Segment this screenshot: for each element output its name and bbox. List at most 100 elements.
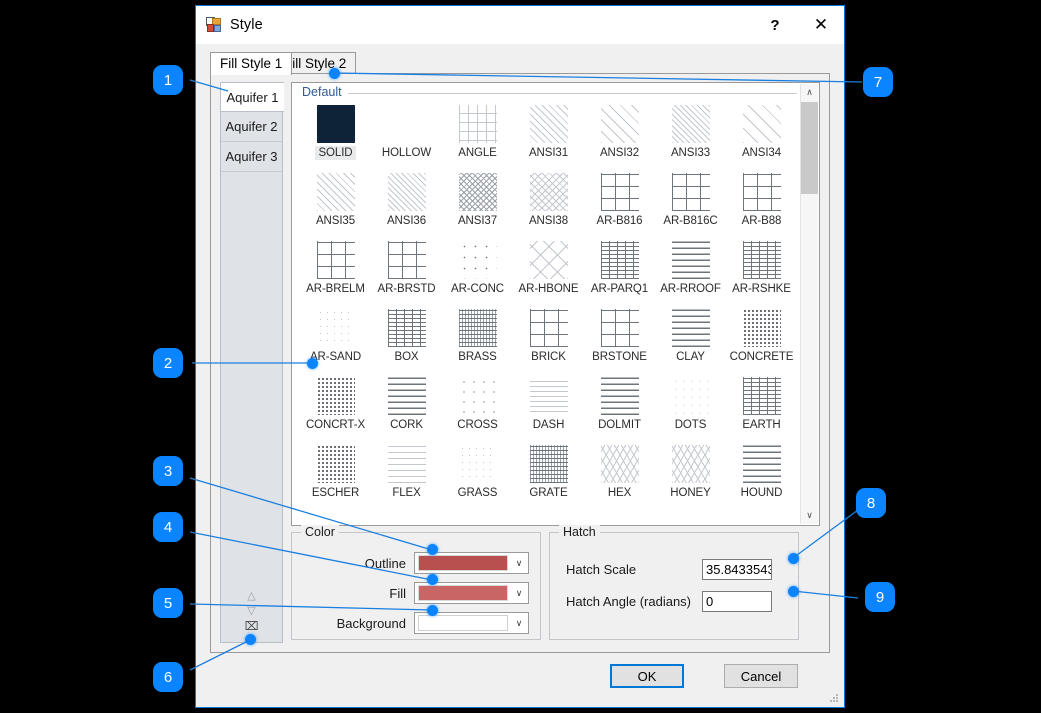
pattern-cell[interactable]: BOX: [371, 305, 442, 373]
pattern-label: ANSI36: [384, 214, 429, 228]
pattern-cell[interactable]: AR-RSHKE: [726, 237, 797, 305]
pattern-cell[interactable]: HOUND: [726, 441, 797, 509]
pattern-label: BRASS: [455, 350, 500, 364]
pattern-cell[interactable]: CONCRETE: [726, 305, 797, 373]
pattern-cell[interactable]: ANSI38: [513, 169, 584, 237]
outline-color-combobox[interactable]: ∨: [414, 552, 529, 574]
pattern-swatch: [601, 377, 639, 415]
pattern-cell[interactable]: DOTS: [655, 373, 726, 441]
pattern-cell[interactable]: AR-BRELM: [300, 237, 371, 305]
pattern-scrollbar[interactable]: ∧ ∨: [800, 84, 818, 524]
pattern-label: DOLMIT: [595, 418, 644, 432]
pattern-cell[interactable]: FLEX: [371, 441, 442, 509]
resize-grip[interactable]: [829, 693, 839, 703]
hatch-scale-input[interactable]: 35.8433543: [702, 559, 772, 580]
pattern-cell[interactable]: ANSI31: [513, 101, 584, 169]
pattern-cell[interactable]: AR-B88: [726, 169, 797, 237]
pattern-cell[interactable]: HOLLOW: [371, 101, 442, 169]
pattern-cell[interactable]: DASH: [513, 373, 584, 441]
pattern-label: GRASS: [455, 486, 501, 500]
pattern-cell[interactable]: AR-B816: [584, 169, 655, 237]
pattern-cell[interactable]: ANSI33: [655, 101, 726, 169]
pattern-cell[interactable]: GRASS: [442, 441, 513, 509]
pattern-cell[interactable]: CLAY: [655, 305, 726, 373]
pattern-label: SOLID: [315, 146, 355, 160]
pattern-cell[interactable]: AR-BRSTD: [371, 237, 442, 305]
pattern-swatch: [672, 445, 710, 483]
pattern-swatch: [601, 445, 639, 483]
pattern-cell[interactable]: DOLMIT: [584, 373, 655, 441]
dialog-footer: OK Cancel: [196, 653, 844, 707]
pattern-swatch: [388, 173, 426, 211]
help-button[interactable]: ?: [752, 6, 798, 44]
pattern-label: DOTS: [672, 418, 710, 432]
pattern-cell[interactable]: AR-HBONE: [513, 237, 584, 305]
pattern-cell[interactable]: CORK: [371, 373, 442, 441]
background-label: Background: [292, 616, 414, 631]
pattern-cell[interactable]: BRASS: [442, 305, 513, 373]
aquifer-tab-3[interactable]: Aquifer 3: [221, 142, 282, 172]
aquifer-tab-1[interactable]: Aquifer 1: [220, 82, 284, 112]
callout-badge-6: 6: [153, 662, 183, 692]
pattern-cell[interactable]: EARTH: [726, 373, 797, 441]
pattern-cell[interactable]: AR-CONC: [442, 237, 513, 305]
hatch-angle-label: Hatch Angle (radians): [550, 594, 702, 609]
pattern-swatch: [672, 241, 710, 279]
move-up-icon[interactable]: △: [221, 591, 282, 601]
pattern-swatch: [317, 173, 355, 211]
callout-badge-9: 9: [865, 582, 895, 612]
hatch-angle-row: Hatch Angle (radians) 0: [550, 589, 798, 613]
pattern-cell[interactable]: CONCRT-X: [300, 373, 371, 441]
chevron-down-icon[interactable]: ∨: [510, 558, 528, 569]
pattern-swatch: [388, 377, 426, 415]
close-button[interactable]: ✕: [798, 6, 844, 44]
pattern-cell[interactable]: SOLID: [300, 101, 371, 169]
pattern-cell[interactable]: AR-RROOF: [655, 237, 726, 305]
pattern-cell[interactable]: AR-B816C: [655, 169, 726, 237]
pattern-cell[interactable]: ANSI34: [726, 101, 797, 169]
pattern-label: HONEY: [667, 486, 713, 500]
callout-badge-8: 8: [856, 488, 886, 518]
scroll-up-icon[interactable]: ∧: [801, 84, 818, 101]
pattern-cell[interactable]: GRATE: [513, 441, 584, 509]
fill-label: Fill: [292, 586, 414, 601]
scrollbar-thumb[interactable]: [801, 102, 818, 194]
pattern-cell[interactable]: HONEY: [655, 441, 726, 509]
fill-color-combobox[interactable]: ∨: [414, 582, 529, 604]
chevron-down-icon[interactable]: ∨: [510, 618, 528, 629]
color-group-caption: Color: [301, 525, 339, 539]
tab-fill-style-1[interactable]: Fill Style 1: [210, 52, 292, 75]
pattern-cell[interactable]: ESCHER: [300, 441, 371, 509]
cancel-button[interactable]: Cancel: [724, 664, 798, 688]
pattern-cell[interactable]: ANSI36: [371, 169, 442, 237]
pattern-cell[interactable]: CROSS: [442, 373, 513, 441]
pattern-cell[interactable]: BRSTONE: [584, 305, 655, 373]
style-dialog: Style ? ✕ Fill Style 1 Fill Style 2 Aqui…: [195, 5, 845, 708]
pattern-label: GRATE: [526, 486, 570, 500]
fill-style-1-page: Aquifer 1 Aquifer 2 Aquifer 3 △ ▽ ⌧ Defa…: [210, 73, 830, 653]
pattern-label: ANSI37: [455, 214, 500, 228]
pattern-cell[interactable]: AR-PARQ1: [584, 237, 655, 305]
scroll-down-icon[interactable]: ∨: [801, 507, 818, 524]
pattern-label: AR-BRELM: [303, 282, 368, 296]
move-down-icon[interactable]: ▽: [221, 606, 282, 616]
pattern-cell[interactable]: ANSI32: [584, 101, 655, 169]
pattern-cell[interactable]: HEX: [584, 441, 655, 509]
delete-icon[interactable]: ⌧: [221, 621, 282, 631]
outline-color-swatch: [418, 555, 508, 571]
pattern-label: AR-HBONE: [516, 282, 582, 296]
pattern-cell[interactable]: ANSI37: [442, 169, 513, 237]
aquifer-tab-2[interactable]: Aquifer 2: [221, 112, 282, 142]
hatch-groupbox: Hatch Hatch Scale 35.8433543 Hatch Angle…: [549, 532, 799, 640]
ok-button[interactable]: OK: [610, 664, 684, 688]
pattern-cell[interactable]: BRICK: [513, 305, 584, 373]
pattern-cell[interactable]: ANGLE: [442, 101, 513, 169]
pattern-cell[interactable]: ANSI35: [300, 169, 371, 237]
app-style-icon: [206, 17, 222, 33]
hatch-angle-input[interactable]: 0: [702, 591, 772, 612]
callout-badge-2: 2: [153, 348, 183, 378]
aquifer-tablist: Aquifer 1 Aquifer 2 Aquifer 3 △ ▽ ⌧: [220, 82, 283, 643]
pattern-label: BRICK: [528, 350, 569, 364]
chevron-down-icon[interactable]: ∨: [510, 588, 528, 599]
pattern-swatch: [459, 105, 497, 143]
